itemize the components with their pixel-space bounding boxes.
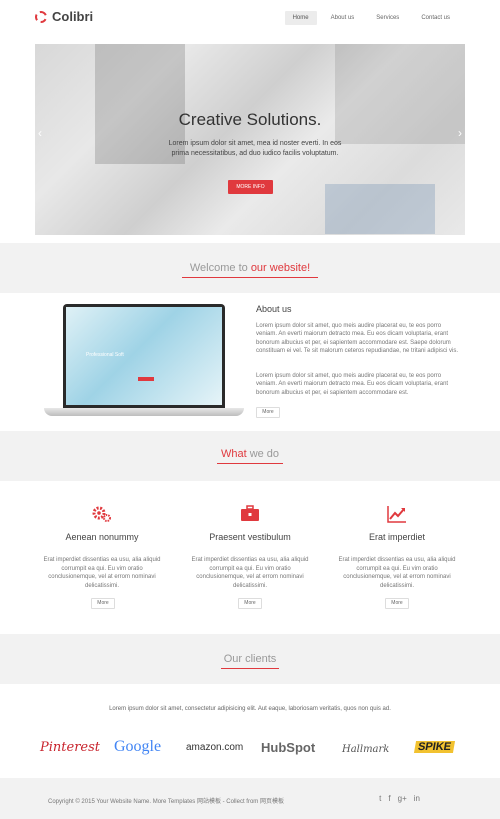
service-item: Aenean nonummy Erat imperdiet dissentias… bbox=[37, 505, 167, 590]
whatwedo-title: What we do bbox=[0, 448, 500, 460]
clients-title-b: clients bbox=[245, 653, 277, 665]
more-info-button[interactable]: MORE INFO bbox=[228, 180, 273, 194]
logo-text: Colibri bbox=[52, 9, 94, 24]
service-text: Erat imperdiet dissentias ea usu, alia a… bbox=[43, 557, 161, 589]
laptop-image: Professional Soft bbox=[44, 304, 244, 417]
about-paragraph-1: Lorem ipsum dolor sit amet, quo meis aud… bbox=[256, 323, 458, 355]
service-item: Praesent vestibulum Erat imperdiet disse… bbox=[185, 505, 315, 590]
whatwedo-band: What we do bbox=[0, 431, 500, 481]
laptop-screen-content: Professional Soft bbox=[66, 307, 222, 405]
service-item: Erat imperdiet Erat imperdiet dissentias… bbox=[332, 505, 462, 590]
googleplus-icon[interactable]: g+ bbox=[398, 794, 407, 803]
clients-title-a: Our bbox=[223, 653, 246, 665]
nav-services[interactable]: Services bbox=[368, 11, 407, 25]
nav-contact-us[interactable]: Contact us bbox=[413, 11, 458, 25]
footer-copyright: Copyright © 2015 Your Website Name. More… bbox=[48, 799, 284, 805]
welcome-title: Welcome to our website! bbox=[0, 262, 500, 274]
clients-underline bbox=[221, 668, 279, 669]
service-1-more-button[interactable]: More bbox=[91, 598, 115, 609]
twitter-icon[interactable]: t bbox=[379, 794, 381, 803]
welcome-title-b: our website! bbox=[250, 262, 311, 274]
facebook-icon[interactable]: f bbox=[388, 794, 390, 803]
gears-icon bbox=[92, 505, 112, 523]
clients-title: Our clients bbox=[0, 653, 500, 665]
welcome-band: Welcome to our website! bbox=[0, 243, 500, 293]
laptop-screen-button bbox=[138, 377, 154, 381]
footer: Copyright © 2015 Your Website Name. More… bbox=[0, 778, 500, 819]
about-title: About us bbox=[256, 304, 292, 314]
about-paragraph-2: Lorem ipsum dolor sit amet, quo meis aud… bbox=[256, 373, 449, 396]
main-nav: Home About us Services Contact us bbox=[284, 11, 458, 25]
nav-about-us[interactable]: About us bbox=[323, 11, 363, 25]
hero-text: Lorem ipsum dolor sit amet, mea id noste… bbox=[168, 140, 342, 157]
about-more-button[interactable]: More bbox=[256, 407, 280, 418]
service-title: Erat imperdiet bbox=[368, 532, 426, 542]
header: Colibri Home About us Services Contact u… bbox=[0, 0, 500, 37]
service-title: Aenean nonummy bbox=[65, 532, 139, 542]
chart-icon bbox=[387, 505, 407, 523]
hero-slider: ‹ › Creative Solutions. Lorem ipsum dolo… bbox=[35, 44, 465, 235]
logo-ring-icon bbox=[35, 10, 47, 23]
service-3-more-button[interactable]: More bbox=[385, 598, 409, 609]
whatwedo-title-a: What bbox=[220, 448, 250, 460]
client-logo-google[interactable]: Google bbox=[114, 738, 161, 756]
laptop-screen: Professional Soft bbox=[63, 304, 225, 408]
whatwedo-title-b: we do bbox=[249, 448, 280, 460]
clients-text: Lorem ipsum dolor sit amet, consectetur … bbox=[109, 706, 391, 712]
social-links: t f g+ in bbox=[379, 794, 420, 803]
service-title: Praesent vestibulum bbox=[209, 532, 291, 542]
nav-home[interactable]: Home bbox=[284, 11, 317, 25]
whatwedo-underline bbox=[217, 463, 283, 464]
logo[interactable]: Colibri bbox=[35, 9, 93, 24]
briefcase-icon bbox=[240, 505, 260, 523]
laptop-base bbox=[44, 408, 244, 416]
hero-title: Creative Solutions. bbox=[178, 110, 322, 129]
hero-photo-notebook bbox=[325, 184, 435, 234]
service-text: Erat imperdiet dissentias ea usu, alia a… bbox=[338, 557, 456, 589]
client-logo-spike[interactable]: SPIKE bbox=[413, 741, 456, 753]
service-2-more-button[interactable]: More bbox=[238, 598, 262, 609]
client-logo-amazon[interactable]: amazon.com bbox=[186, 742, 243, 753]
welcome-underline bbox=[182, 277, 318, 278]
linkedin-icon[interactable]: in bbox=[414, 794, 420, 803]
laptop-screen-text: Professional Soft bbox=[86, 352, 124, 358]
service-text: Erat imperdiet dissentias ea usu, alia a… bbox=[191, 557, 309, 589]
clients-band: Our clients bbox=[0, 634, 500, 684]
welcome-title-a: Welcome to bbox=[189, 262, 251, 274]
client-logo-hallmark[interactable]: Hallmark bbox=[342, 744, 389, 755]
client-logo-pinterest[interactable]: Pinterest bbox=[40, 740, 100, 755]
client-logo-hubspot[interactable]: HubSpot bbox=[261, 740, 315, 755]
